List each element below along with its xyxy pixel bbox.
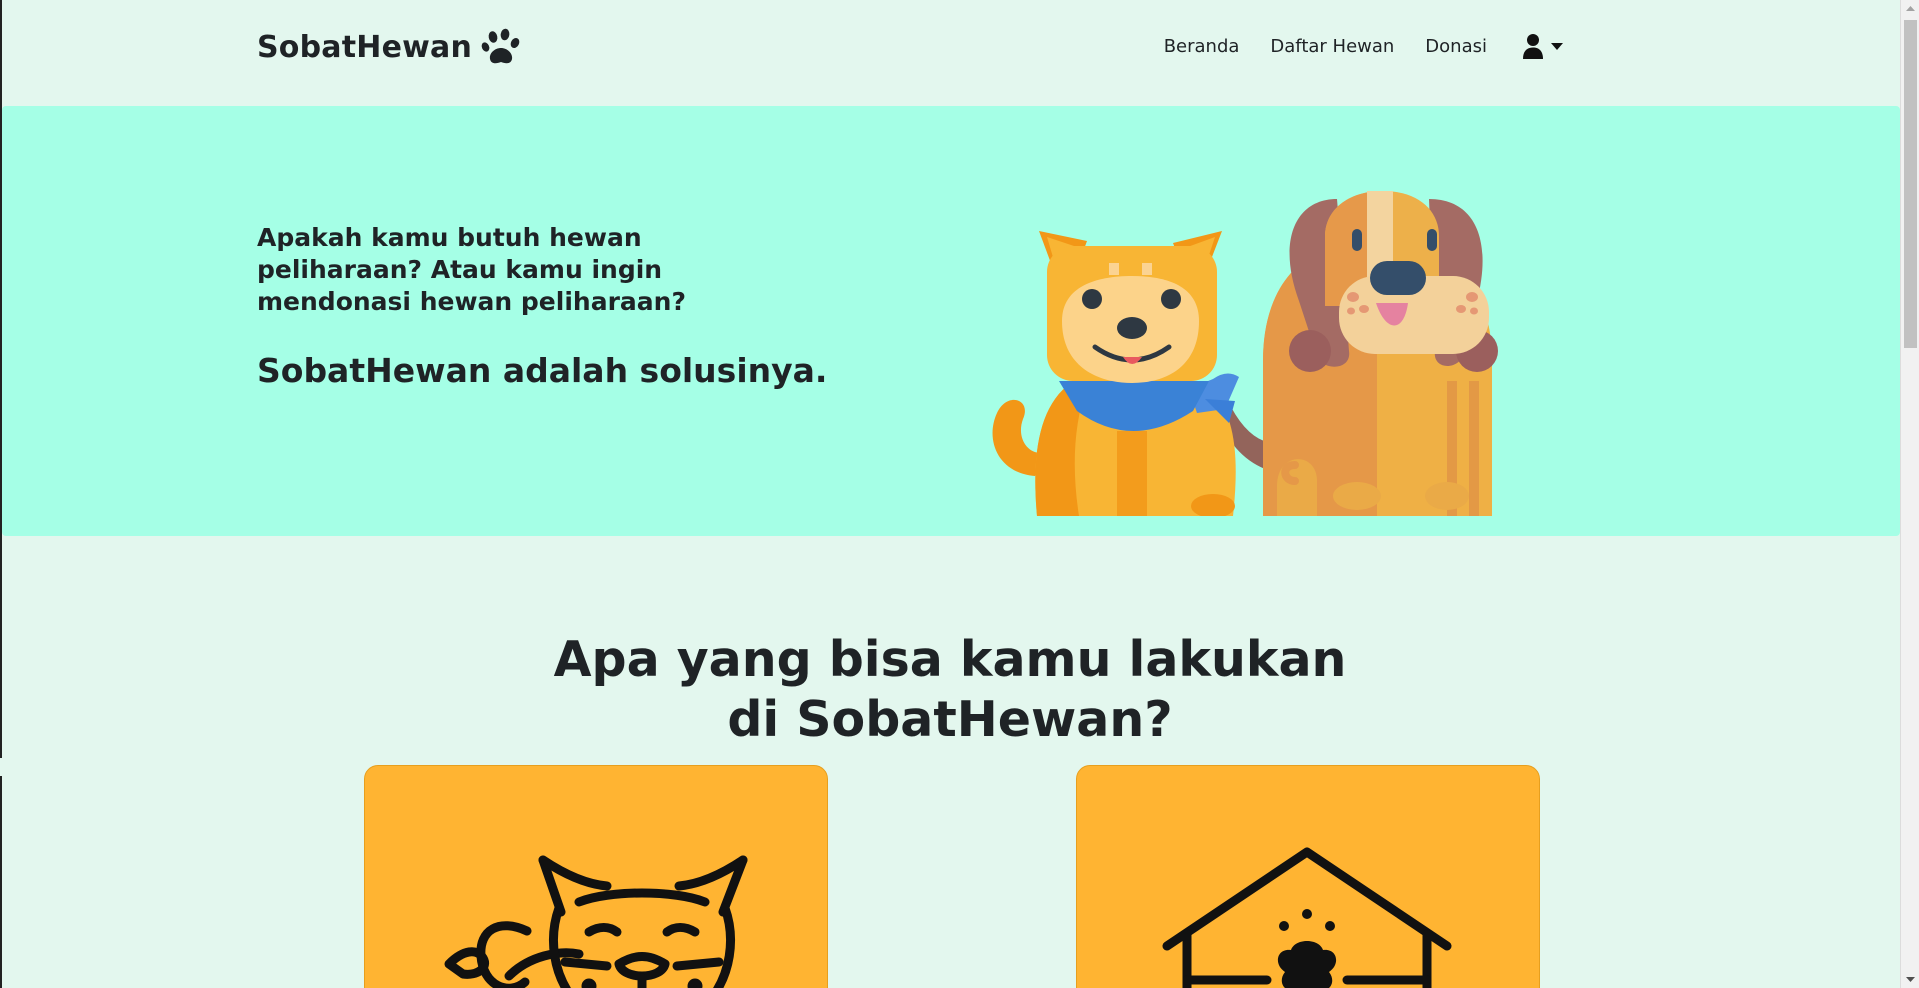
feature-card-adopt[interactable] — [364, 765, 828, 988]
brand-link[interactable]: SobatHewan — [257, 26, 522, 68]
user-menu-dropdown[interactable] — [1522, 33, 1563, 59]
big-dog-illustration — [1217, 191, 1498, 516]
paw-icon — [481, 28, 520, 64]
navbar: SobatHewan Beranda Daftar Hewan Donasi — [0, 0, 1900, 98]
vertical-scrollbar[interactable] — [1900, 0, 1919, 988]
user-icon — [1523, 34, 1543, 59]
section-title: Apa yang bisa kamu lakukan di SobatHewan… — [0, 630, 1900, 750]
hero-answer: SobatHewan adalah solusinya. — [257, 351, 828, 390]
nav-links: Beranda Daftar Hewan Donasi — [1164, 33, 1563, 59]
nav-link-daftar-hewan[interactable]: Daftar Hewan — [1270, 36, 1394, 57]
hero-banner: Apakah kamu butuh hewan peliharaan? Atau… — [2, 106, 1900, 536]
scrollbar-thumb[interactable] — [1904, 20, 1917, 348]
nav-link-donasi[interactable]: Donasi — [1425, 36, 1487, 57]
pet-house-icon — [1162, 847, 1452, 988]
feature-card-donate[interactable] — [1076, 765, 1540, 988]
page: SobatHewan Beranda Daftar Hewan Donasi A… — [0, 0, 1919, 988]
section-title-line-2: di SobatHewan? — [727, 691, 1173, 748]
scroll-down-arrow-icon[interactable] — [1901, 970, 1919, 988]
cat-icon — [444, 855, 748, 988]
section-title-line-1: Apa yang bisa kamu lakukan — [553, 631, 1347, 688]
two-dogs-illustration — [992, 191, 1498, 516]
window-left-border-gap — [0, 758, 2, 776]
brand-name: SobatHewan — [257, 29, 473, 65]
small-dog-illustration — [992, 231, 1239, 516]
hero-question: Apakah kamu butuh hewan peliharaan? Atau… — [257, 223, 686, 316]
nav-link-beranda[interactable]: Beranda — [1164, 36, 1240, 57]
scroll-up-arrow-icon[interactable] — [1901, 0, 1919, 18]
caret-down-icon — [1551, 42, 1563, 50]
